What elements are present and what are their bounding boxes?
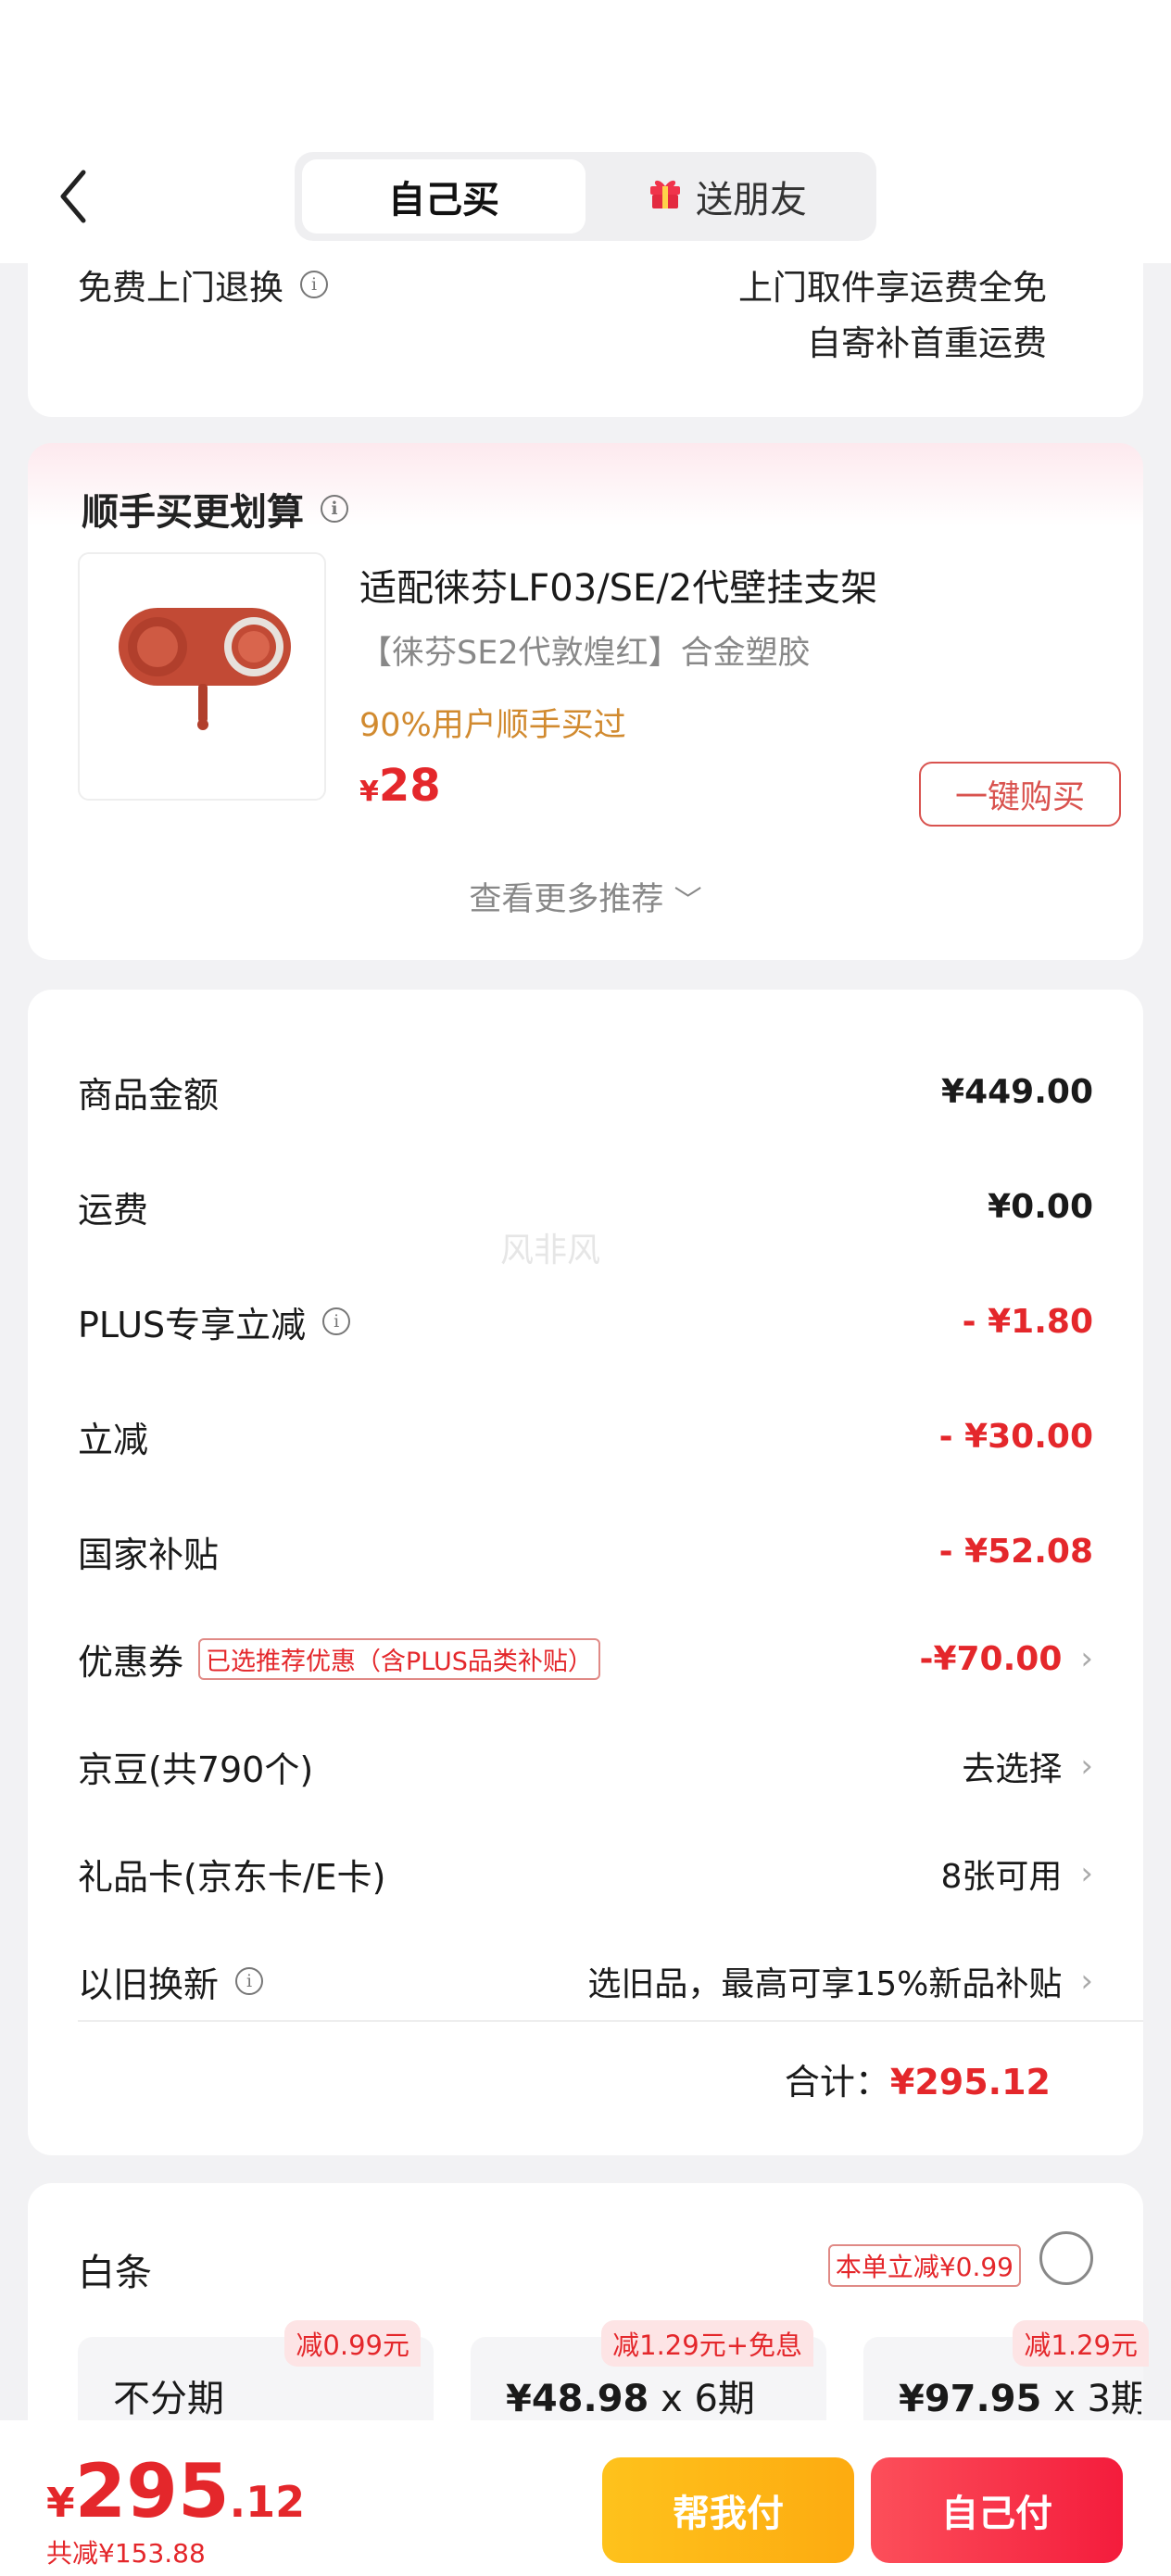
row-value: ¥449.00 [941,1072,1093,1111]
checkout-bar: ¥295.12 共减¥153.88 帮我付 自己付 [0,2420,1171,2576]
row-label-text: PLUS专享立减 [78,1304,307,1345]
price-detail-card: 商品金额 ¥449.00 运费 ¥0.00 PLUS专享立减 i - ¥1.80… [28,990,1143,2155]
tab-buy-for-self[interactable]: 自己买 [302,159,586,234]
installment-badge: 减1.29元 [1013,2320,1149,2367]
price-row-plus-discount: PLUS专享立减 i - ¥1.80 [78,1294,1093,1349]
currency-symbol: ¥ [359,776,379,808]
pay-myself-button[interactable]: 自己付 [871,2457,1123,2563]
tab-label: 自己买 [388,179,499,221]
info-icon[interactable]: i [322,1307,351,1335]
row-label: 国家补贴 [78,1534,220,1575]
row-label: 以旧换新 i [78,1956,264,2007]
more-recommendations-link[interactable]: 查看更多推荐 ﹀ [28,873,1143,920]
chevron-right-icon: › [1080,1748,1093,1785]
purchase-mode-toggle: 自己买 送朋友 [295,152,876,241]
payment-discount-tag: 本单立减¥0.99 [827,2244,1021,2287]
row-label: 立减 [78,1419,149,1460]
price-value: 28 [378,760,441,812]
price-row-jingdou[interactable]: 京豆(共790个) 去选择 › [78,1738,1093,1794]
row-value-text: 去选择 [962,1750,1063,1788]
info-icon[interactable]: i [235,1967,264,1995]
info-icon[interactable]: i [321,495,348,523]
upsell-title-label: 顺手买更划算 [82,491,304,534]
info-icon[interactable]: i [300,271,328,298]
row-label: PLUS专享立减 i [78,1296,351,1347]
installment-amount: ¥48.98 [506,2378,649,2420]
row-label: 京豆(共790个) [78,1749,314,1790]
row-label: 优惠券 已选推荐优惠（含PLUS品类补贴） [78,1634,600,1685]
watermark: 风非风 [500,1231,601,1269]
one-click-buy-button[interactable]: 一键购买 [919,762,1121,827]
installment-amount: ¥97.95 [899,2378,1042,2420]
top-header: 自己买 送朋友 [0,0,1171,263]
total-saved: 共减¥153.88 [46,2538,206,2569]
chevron-right-icon: › [1080,1855,1093,1892]
return-service-line1: 上门取件享运费全免 [738,268,1047,308]
row-label: 商品金额 [78,1074,220,1116]
row-value: 选旧品，最高可享15%新品补贴 › [587,1957,1093,2005]
row-label: 运费 [78,1189,149,1231]
price-decimal: .12 [229,2477,306,2527]
divider [78,2020,1143,2022]
order-total: 合计：¥295.12 [785,2053,1051,2104]
product-thumbnail[interactable] [78,552,326,801]
installment-badge: 减1.29元+免息 [601,2320,813,2367]
price-row-gift-card[interactable]: 礼品卡(京东卡/E卡) 8张可用 › [78,1846,1093,1901]
payment-method-title: 白条 [78,2252,152,2294]
installment-count: x 3期 [1041,2378,1141,2420]
help-me-pay-button[interactable]: 帮我付 [602,2457,854,2563]
price-row-national-subsidy: 国家补贴 - ¥52.08 [78,1523,1093,1579]
chevron-down-icon: ﹀ [674,885,702,917]
final-price: ¥295.12 [46,2448,305,2534]
product-sku: 【徕芬SE2代敦煌红】合金塑胶 [359,635,811,672]
product-popularity-tag: 90%用户顺手买过 [359,707,626,744]
row-value: - ¥1.80 [962,1302,1093,1341]
chevron-left-icon [60,170,86,223]
product-name[interactable]: 适配徕芬LF03/SE/2代壁挂支架 [359,558,877,612]
chevron-right-icon: › [1080,1640,1093,1677]
back-button[interactable] [54,167,94,226]
tab-label: 送朋友 [696,179,807,221]
upsell-card: 顺手买更划算 i 适配徕芬LF03/SE/2代壁挂支架 【徕芬SE2代敦煌红】合… [28,443,1143,960]
installment-label: 不分期 [113,2378,224,2420]
product-price: ¥28 [359,760,441,812]
installment-label: ¥97.95 x 3期 [899,2368,1141,2422]
tab-gift-to-friend[interactable]: 送朋友 [586,159,869,234]
row-value: - ¥52.08 [938,1532,1093,1571]
row-label-text: 以旧换新 [78,1964,220,2005]
chevron-right-icon: › [1080,1963,1093,2000]
row-value: -¥70.00 › [920,1640,1093,1678]
price-row-instant-discount: 立减 - ¥30.00 [78,1408,1093,1464]
row-value: 去选择 › [962,1742,1093,1790]
coupon-selected-tag: 已选推荐优惠（含PLUS品类补贴） [198,1637,600,1680]
installment-label: ¥48.98 x 6期 [506,2368,755,2422]
row-value-text: -¥70.00 [919,1639,1063,1678]
row-value: 8张可用 › [940,1850,1093,1898]
upsell-title: 顺手买更划算 i [82,482,348,536]
currency-symbol: ¥ [46,2480,75,2527]
return-service-line2: 自寄补首重运费 [807,323,1047,363]
row-value: - ¥30.00 [938,1417,1093,1456]
more-recommendations-label: 查看更多推荐 [469,881,664,918]
wall-mount-bracket-image [119,608,291,730]
gift-icon [648,173,683,220]
return-service-label: 免费上门退换 [78,268,283,308]
total-amount: ¥295.12 [889,2062,1051,2102]
price-row-coupon[interactable]: 优惠券 已选推荐优惠（含PLUS品类补贴） -¥70.00 › [78,1631,1093,1686]
return-service-title: 免费上门退换 i [78,259,328,309]
row-label: 礼品卡(京东卡/E卡) [78,1856,386,1898]
price-integer: 295 [74,2448,230,2534]
row-value: ¥0.00 [988,1187,1093,1226]
baitiao-radio[interactable] [1039,2231,1093,2285]
row-value-text: 8张可用 [940,1858,1063,1896]
installment-count: x 6期 [648,2378,755,2420]
price-row-trade-in[interactable]: 以旧换新 i 选旧品，最高可享15%新品补贴 › [78,1953,1093,2009]
installment-badge: 减0.99元 [284,2320,421,2367]
row-value-text: 选旧品，最高可享15%新品补贴 [587,1965,1063,2003]
row-label-text: 优惠券 [78,1641,184,1683]
price-row-goods: 商品金额 ¥449.00 [78,1064,1093,1119]
total-label: 合计： [784,2062,890,2102]
